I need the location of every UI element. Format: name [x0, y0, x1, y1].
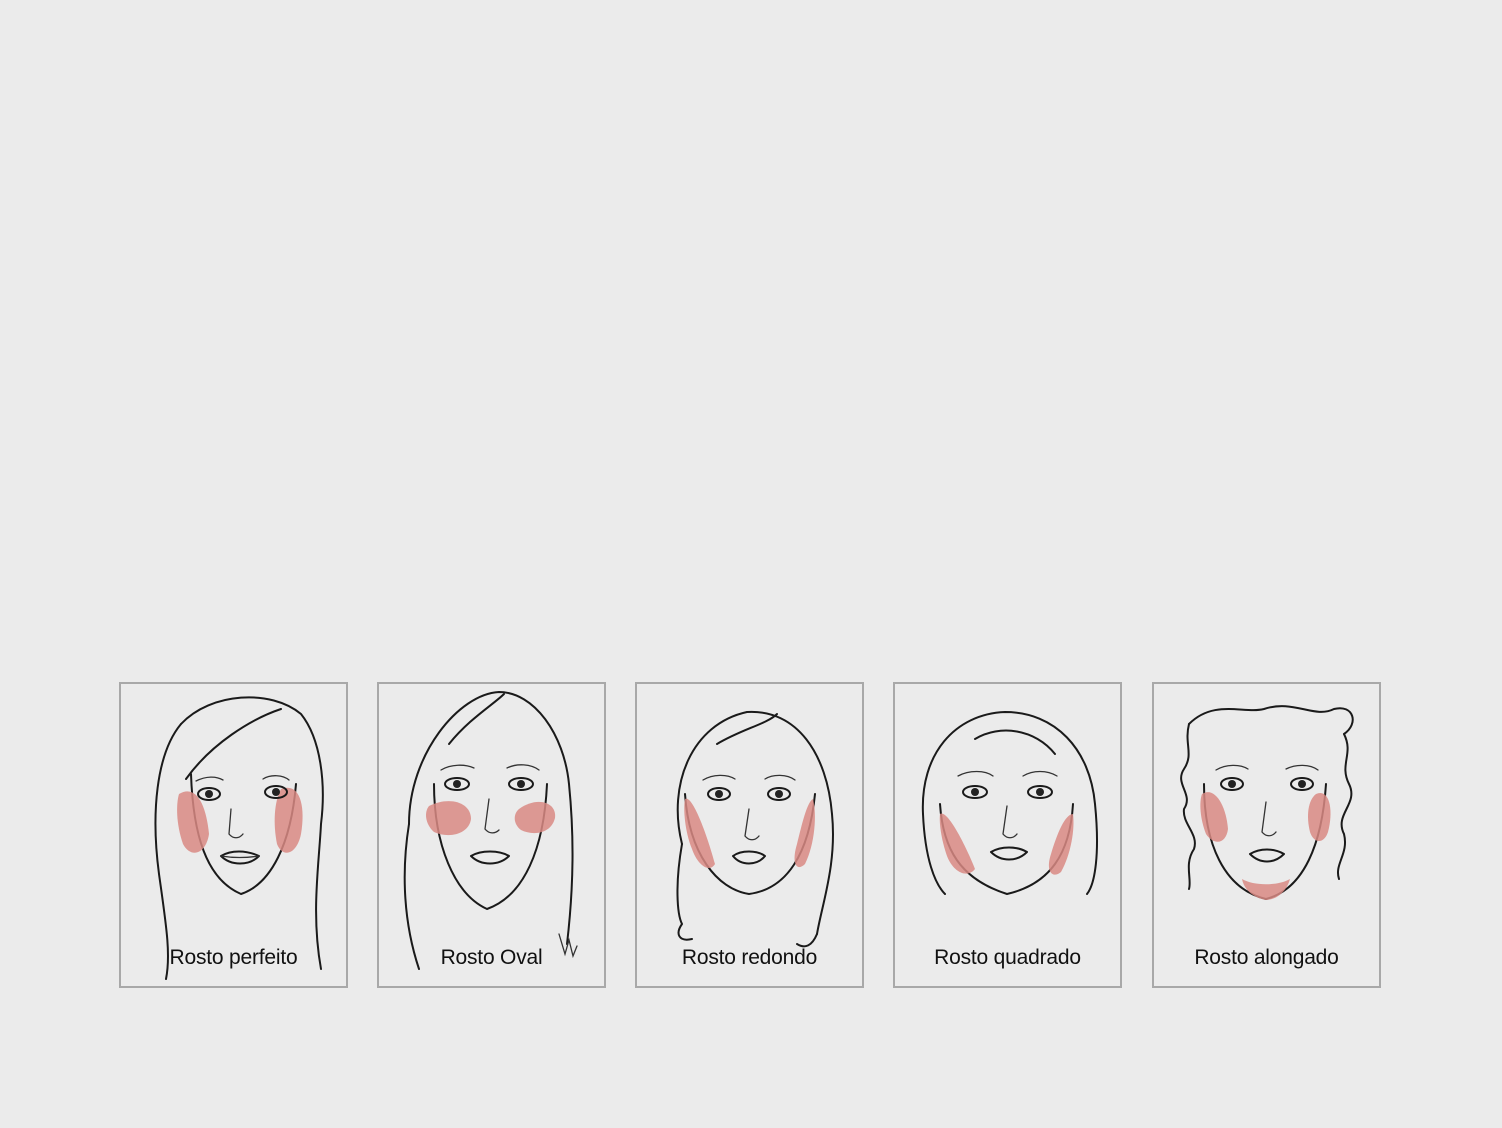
panel-rosto-oval: Rosto Oval	[377, 682, 606, 988]
face-illustration-alongado	[1180, 705, 1354, 900]
face-illustration-oval	[403, 691, 578, 970]
caption: Rosto alongado	[1194, 946, 1339, 969]
caption: Rosto perfeito	[169, 946, 298, 969]
panel-rosto-perfeito: Rosto perfeito	[119, 682, 348, 988]
face-illustration-perfeito	[154, 696, 324, 980]
face-illustration-redondo	[676, 710, 834, 948]
caption: Rosto quadrado	[934, 946, 1081, 969]
panel-rosto-redondo: Rosto redondo	[635, 682, 864, 988]
panel-rosto-alongado: Rosto alongado	[1152, 682, 1381, 988]
face-shapes-diagram: Rosto perfeito Rosto Oval Rosto redondo …	[0, 0, 1502, 1128]
panel-rosto-quadrado: Rosto quadrado	[893, 682, 1122, 988]
caption: Rosto Oval	[440, 946, 543, 969]
caption: Rosto redondo	[681, 946, 818, 969]
face-illustration-quadrado	[921, 711, 1098, 895]
